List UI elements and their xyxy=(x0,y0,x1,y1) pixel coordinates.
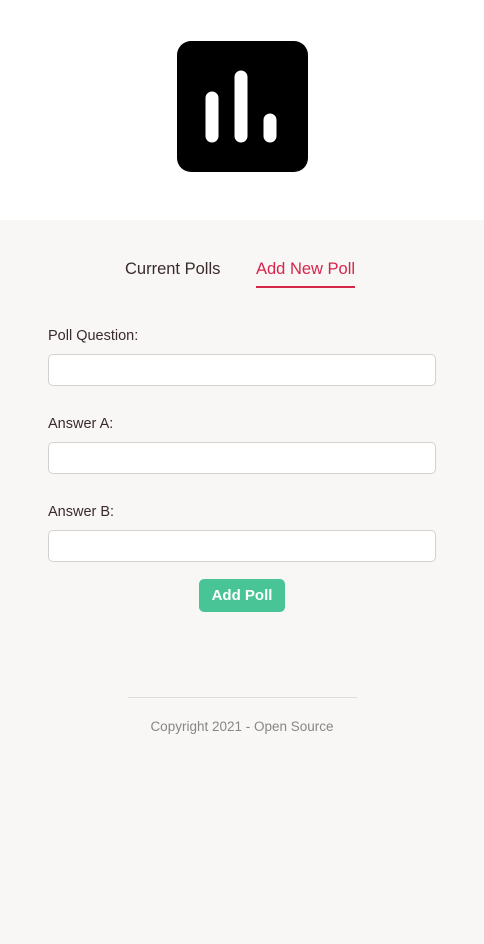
bar-chart-icon xyxy=(205,70,277,143)
answer-a-label: Answer A: xyxy=(48,416,114,432)
copyright-text: Copyright 2021 - Open Source xyxy=(150,719,334,734)
answer-a-input[interactable] xyxy=(48,442,436,474)
add-poll-form: Poll Question: Answer A: Answer B: xyxy=(48,326,436,590)
tab-add-new-poll[interactable]: Add New Poll xyxy=(256,258,356,288)
add-poll-button[interactable]: Add Poll xyxy=(199,579,285,612)
tab-current-polls[interactable]: Current Polls xyxy=(125,258,220,280)
tab-bar: Current Polls Add New Poll xyxy=(0,258,484,290)
footer-divider xyxy=(128,697,357,698)
logo xyxy=(177,41,308,172)
page-header xyxy=(0,0,484,220)
submit-container: Add Poll xyxy=(0,579,484,612)
answer-b-input[interactable] xyxy=(48,530,436,562)
poll-question-label: Poll Question: xyxy=(48,328,139,344)
poll-question-input[interactable] xyxy=(48,354,436,386)
answer-b-label: Answer B: xyxy=(48,504,115,520)
